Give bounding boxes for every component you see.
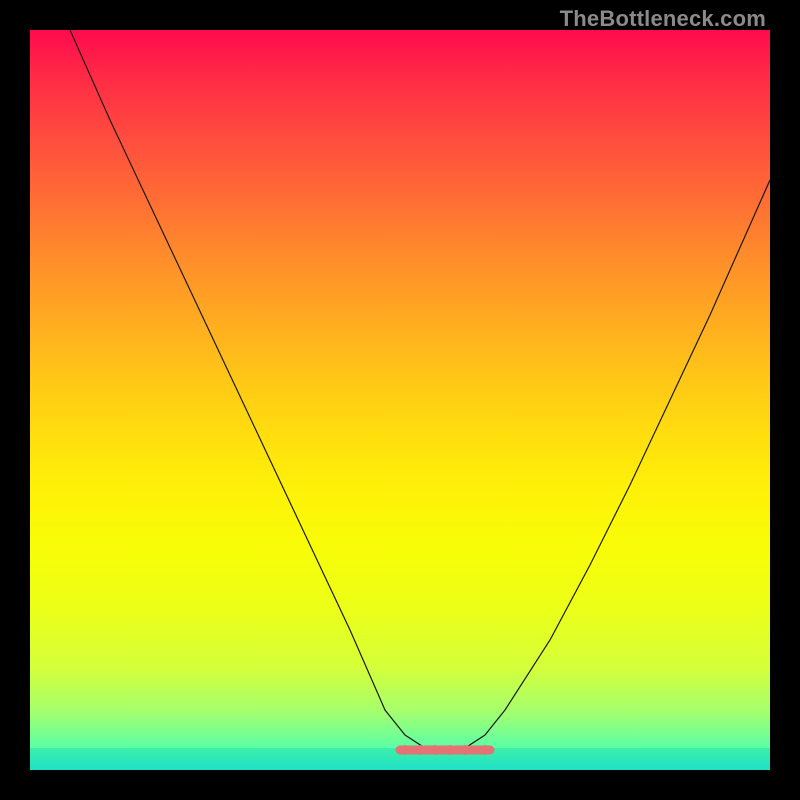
series-path	[70, 30, 770, 750]
valley-dot	[400, 745, 410, 755]
watermark-text: TheBottleneck.com	[560, 6, 766, 32]
valley-dot	[445, 745, 455, 755]
chart-frame: TheBottleneck.com	[0, 0, 800, 800]
chart-svg	[30, 30, 770, 770]
valley-dot	[430, 745, 440, 755]
valley-dot	[415, 745, 425, 755]
valley-dot	[480, 745, 490, 755]
plot-area	[30, 30, 770, 770]
valley-dot	[460, 745, 470, 755]
